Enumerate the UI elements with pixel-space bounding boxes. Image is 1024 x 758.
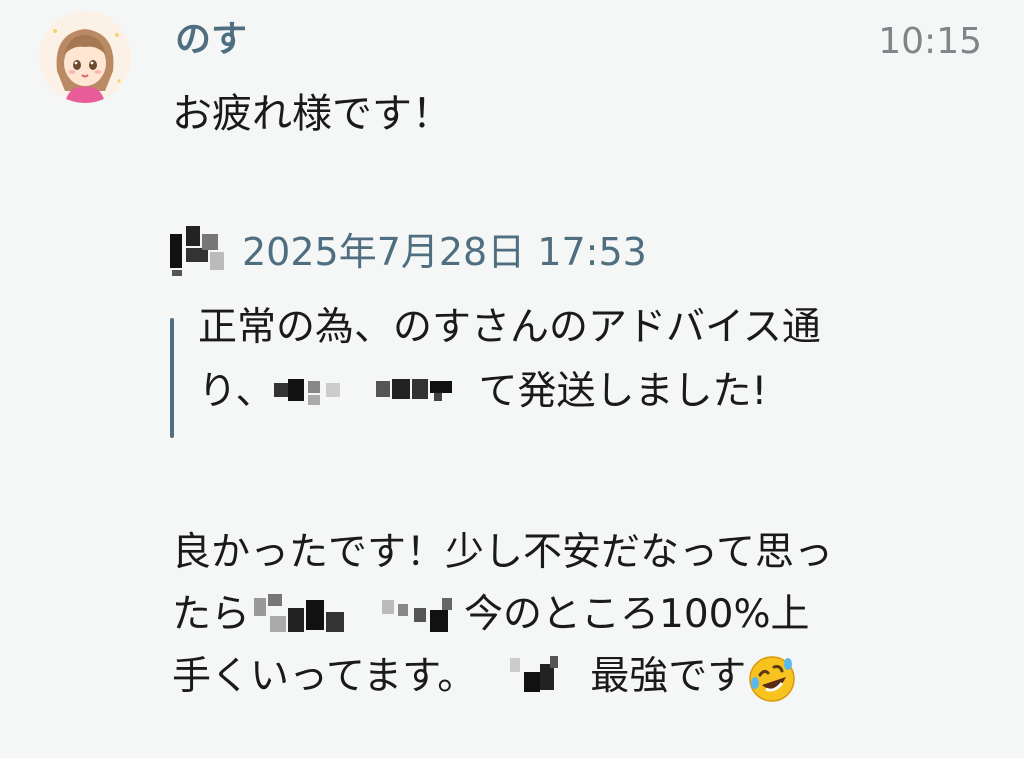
reply-line-3: 手くいってます。 最強です — [172, 646, 972, 708]
message-timestamp: 10:15 — [878, 21, 982, 62]
quoted-line-2: り、 て発送しました! — [198, 360, 988, 424]
reply-line-2-start: たら — [172, 592, 251, 637]
redacted-text-b — [370, 371, 478, 417]
reply-line-1: 良かったです！少し不安だなって思っ — [172, 530, 834, 575]
redacted-text-a — [274, 371, 370, 417]
reply-line-2: たら 今のところ100%上 — [172, 584, 972, 646]
sender-name[interactable]: のす — [175, 14, 247, 66]
reply-line-3-end: 最強です — [590, 654, 747, 699]
reply-line-2-end: 今のところ100%上 — [464, 592, 810, 637]
quote-bar — [170, 318, 174, 438]
quoted-message-date: 2025年7月28日 17:53 — [242, 230, 647, 274]
redacted-quote-author — [168, 226, 234, 278]
quoted-message-text: 正常の為、のすさんのアドバイス通 り、 て発送しました! — [198, 296, 988, 424]
reply-line-3-start: 手くいってます。 — [172, 654, 477, 699]
quoted-line-2-end: て発送しました! — [478, 369, 768, 414]
quoted-message-header: 2025年7月28日 17:53 — [168, 222, 647, 282]
avatar-illustration-icon — [39, 11, 131, 103]
reply-message-text: 良かったです！少し不安だなって思っ たら 今のところ100%上 手くいってます。 最… — [172, 522, 972, 708]
quoted-line-1: 正常の為、のすさんのアドバイス通 — [198, 305, 821, 350]
quoted-line-2-start: り、 — [198, 369, 275, 414]
sender-avatar[interactable] — [39, 11, 131, 103]
redacted-text-e — [510, 655, 590, 702]
redacted-text-c — [250, 593, 368, 640]
message-greeting: お疲れ様です！ — [172, 91, 452, 137]
redacted-text-d — [368, 594, 464, 640]
rolling-on-floor-laughing-icon — [749, 655, 795, 702]
chat-message: のす 10:15 お疲れ様です！ 2025年7月28日 17:53 正常の為、の… — [0, 0, 1024, 758]
